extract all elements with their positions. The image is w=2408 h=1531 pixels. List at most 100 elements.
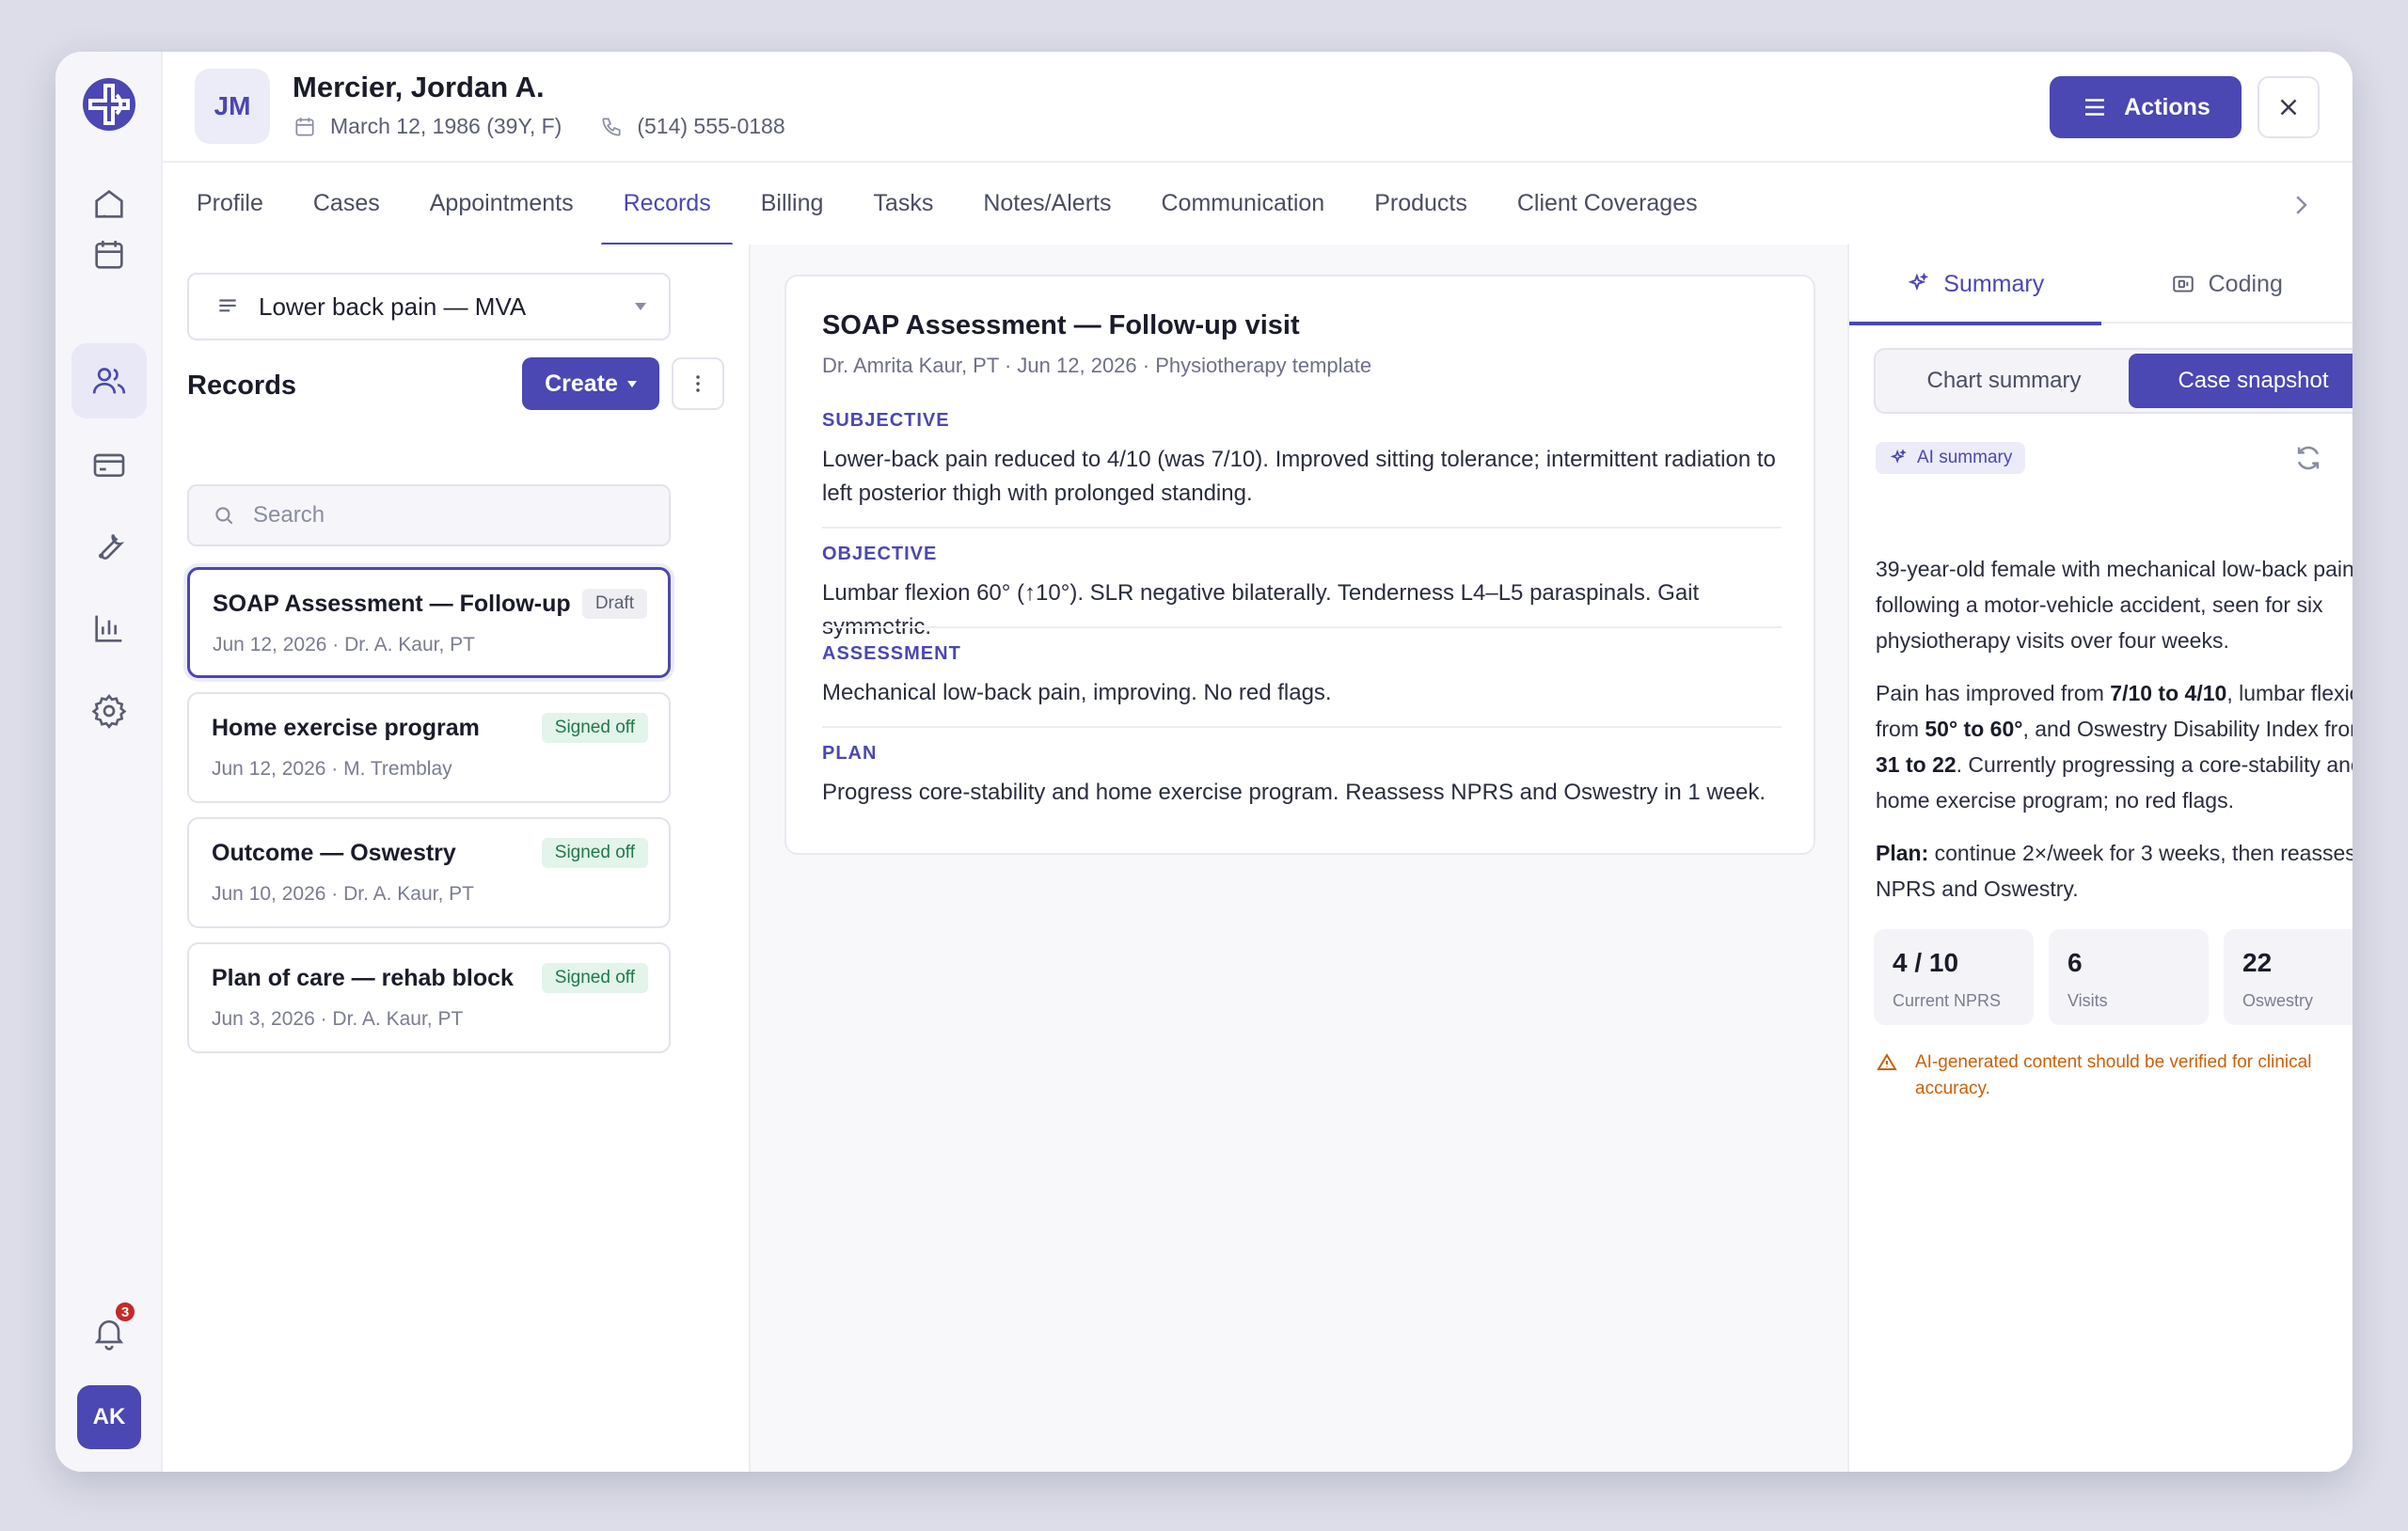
tab-client-coverages[interactable]: Client Coverages bbox=[1495, 163, 1719, 245]
status-badge: Signed off bbox=[541, 713, 648, 743]
search-icon bbox=[215, 507, 233, 525]
patient-dob: March 12, 1986 (39Y, F) bbox=[330, 114, 562, 138]
record-viewer: SOAP Assessment — Follow-up visit Dr. Am… bbox=[751, 245, 1847, 1472]
tools-wrench-icon[interactable] bbox=[71, 509, 147, 584]
patient-header: JM Mercier, Jordan A. March 12, 1986 (39… bbox=[163, 52, 2353, 163]
close-button[interactable] bbox=[2258, 76, 2320, 138]
record-card[interactable]: Home exercise program Jun 12, 2026 · M. … bbox=[187, 692, 671, 803]
section-plan: PLAN Progress core-stability and home ex… bbox=[822, 743, 1782, 810]
case-selector-value: Lower back pain — MVA bbox=[259, 292, 527, 321]
tab-summary[interactable]: Summary bbox=[1849, 245, 2101, 325]
summary-tabs: Summary Coding bbox=[1849, 245, 2353, 325]
user-avatar[interactable]: AK bbox=[77, 1385, 141, 1449]
chart-summary-button[interactable]: Chart summary bbox=[1879, 354, 2129, 408]
divider bbox=[822, 626, 1782, 628]
patient-avatar: JM bbox=[195, 69, 270, 144]
ai-warning: AI-generated content should be verified … bbox=[1876, 1050, 2353, 1102]
search-input[interactable] bbox=[253, 502, 648, 529]
create-button[interactable]: Create bbox=[522, 357, 659, 410]
status-badge: Signed off bbox=[541, 838, 648, 868]
summary-paragraph-1: 39-year-old female with mechanical low-b… bbox=[1876, 557, 2353, 653]
chevron-down-icon bbox=[626, 380, 637, 387]
tab-records[interactable]: Records bbox=[600, 163, 733, 246]
tab-appointments[interactable]: Appointments bbox=[407, 163, 595, 245]
record-subtitle: Jun 10, 2026 · Dr. A. Kaur, PT bbox=[212, 883, 474, 905]
phone-icon bbox=[602, 117, 621, 136]
tabs-row: Profile Cases Appointments Records Billi… bbox=[163, 163, 1719, 246]
record-card[interactable]: Plan of care — rehab block Jun 3, 2026 ·… bbox=[187, 942, 671, 1053]
more-vertical-icon bbox=[696, 375, 700, 392]
document-title: SOAP Assessment — Follow-up visit bbox=[822, 310, 1300, 340]
calendar-icon[interactable] bbox=[71, 217, 147, 292]
reports-chart-icon[interactable] bbox=[71, 591, 147, 666]
tab-products[interactable]: Products bbox=[1352, 163, 1489, 245]
record-title: Outcome — Oswestry bbox=[212, 840, 456, 866]
chevron-right-icon[interactable] bbox=[2287, 191, 2315, 219]
patient-name: Mercier, Jordan A. bbox=[293, 71, 545, 103]
summary-plan: Plan: continue 2×/week for 3 weeks, then… bbox=[1876, 841, 2353, 901]
tab-communication[interactable]: Communication bbox=[1139, 163, 1347, 245]
tab-cases[interactable]: Cases bbox=[291, 163, 402, 245]
patient-meta: March 12, 1986 (39Y, F) (514) 555-0188 bbox=[293, 114, 785, 139]
search-field bbox=[187, 484, 671, 546]
case-selector[interactable]: Lower back pain — MVA bbox=[187, 273, 671, 340]
warning-triangle-icon bbox=[1877, 1053, 1897, 1070]
patients-icon[interactable] bbox=[71, 343, 147, 418]
app-logo-icon[interactable] bbox=[79, 74, 139, 134]
summary-mode-toggle: Chart summary Case snapshot bbox=[1874, 348, 2353, 414]
sparkle-icon bbox=[1890, 449, 1907, 464]
stat-label: Visits bbox=[2067, 991, 2108, 1010]
stat-value: 22 bbox=[2242, 948, 2273, 977]
ai-summary-label: AI summary bbox=[1917, 448, 2013, 467]
stat-card-npmrs: 4 / 10 Current NPRS bbox=[1874, 929, 2034, 1025]
record-title: Home exercise program bbox=[212, 715, 480, 741]
stat-label: Current NPRS bbox=[1893, 991, 2002, 1010]
sparkle-icon bbox=[1908, 272, 1929, 292]
section-label: OBJECTIVE bbox=[822, 544, 938, 564]
notification-count-badge: 3 bbox=[114, 1301, 136, 1323]
ai-warning-text: AI-generated content should be verified … bbox=[1915, 1052, 2312, 1098]
record-card[interactable]: Outcome — Oswestry Jun 10, 2026 · Dr. A.… bbox=[187, 817, 671, 928]
ai-summary-pill: AI summary bbox=[1876, 442, 2026, 474]
actions-button[interactable]: Actions bbox=[2050, 76, 2242, 138]
tab-billing[interactable]: Billing bbox=[738, 163, 846, 245]
close-icon bbox=[2280, 99, 2297, 116]
case-snapshot-button[interactable]: Case snapshot bbox=[2129, 354, 2353, 408]
more-options-button[interactable] bbox=[672, 357, 724, 410]
settings-gear-icon[interactable] bbox=[71, 673, 147, 749]
chevron-down-icon bbox=[635, 303, 646, 310]
summary-paragraph-2: Pain has improved from 7/10 to 4/10, lum… bbox=[1876, 681, 2353, 813]
ai-summary-panel: Summary Coding Chart summary Case snapsh… bbox=[1847, 245, 2353, 1472]
section-label: PLAN bbox=[822, 743, 878, 764]
section-objective: OBJECTIVE Lumbar flexion 60° (↑10°). SLR… bbox=[822, 544, 1782, 644]
stat-card-oswestry: 22 Oswestry bbox=[2224, 929, 2353, 1025]
notifications-bell-icon[interactable] bbox=[71, 1295, 147, 1370]
stat-label: Oswestry bbox=[2242, 991, 2314, 1010]
record-subtitle: Jun 12, 2026 · M. Tremblay bbox=[212, 758, 452, 780]
section-subjective: SUBJECTIVE Lower-back pain reduced to 4/… bbox=[822, 410, 1782, 511]
side-rail: 3 AK bbox=[55, 52, 163, 1472]
code-box-icon bbox=[2172, 276, 2194, 292]
calendar-icon bbox=[295, 117, 314, 136]
section-label: ASSESSMENT bbox=[822, 643, 961, 664]
tab-tasks[interactable]: Tasks bbox=[850, 163, 955, 245]
section-label: SUBJECTIVE bbox=[822, 410, 950, 431]
app-window: 3 AK JM Mercier, Jordan A. March 12, 198… bbox=[55, 52, 2353, 1472]
tab-coding[interactable]: Coding bbox=[2101, 245, 2353, 324]
create-label: Create bbox=[545, 370, 618, 397]
section-text: Progress core-stability and home exercis… bbox=[822, 780, 1766, 805]
billing-card-icon[interactable] bbox=[71, 427, 147, 502]
refresh-icon[interactable] bbox=[2292, 442, 2324, 474]
status-badge: Draft bbox=[581, 589, 647, 619]
records-heading: Records bbox=[187, 371, 297, 401]
stat-value: 6 bbox=[2067, 948, 2083, 977]
menu-icon bbox=[2085, 99, 2105, 116]
record-card[interactable]: SOAP Assessment — Follow-up Jun 12, 2026… bbox=[187, 567, 671, 678]
section-text: Lower-back pain reduced to 4/10 (was 7/1… bbox=[822, 447, 1776, 506]
tab-notes-alerts[interactable]: Notes/Alerts bbox=[960, 163, 1133, 245]
stat-value: 4 / 10 bbox=[1893, 948, 1959, 977]
tab-profile[interactable]: Profile bbox=[197, 163, 285, 245]
section-assessment: ASSESSMENT Mechanical low-back pain, imp… bbox=[822, 643, 1782, 710]
actions-label: Actions bbox=[2124, 93, 2210, 120]
record-title: Plan of care — rehab block bbox=[212, 965, 514, 991]
